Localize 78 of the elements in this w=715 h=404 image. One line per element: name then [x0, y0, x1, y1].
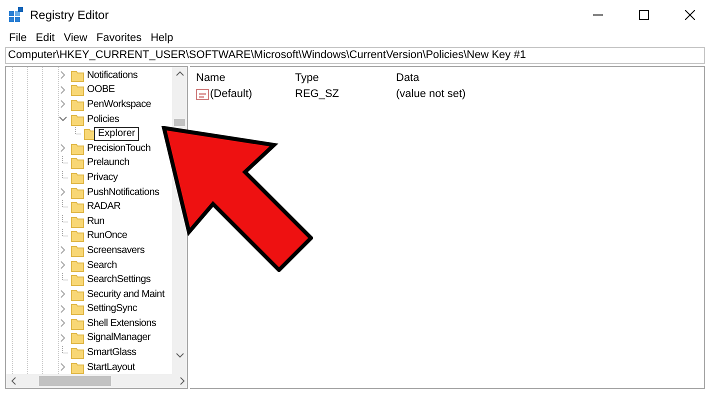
tree-item[interactable]: SearchSettings — [87, 272, 151, 288]
folder-icon — [71, 288, 84, 301]
tree-item[interactable]: PrecisionTouch — [87, 140, 151, 156]
folder-icon — [71, 273, 84, 286]
folder-icon — [71, 156, 84, 170]
folder-icon — [71, 186, 84, 199]
folder-icon — [71, 346, 84, 360]
chevron-right-icon[interactable] — [58, 261, 66, 270]
chevron-right-icon[interactable] — [58, 144, 66, 152]
value-data: (value not set) — [396, 87, 466, 102]
tree-item[interactable]: RunOnce — [87, 228, 128, 244]
app-icon — [8, 7, 24, 23]
scroll-down-icon[interactable] — [176, 353, 184, 358]
chevron-right-icon[interactable] — [58, 334, 66, 342]
scroll-left-icon[interactable] — [11, 377, 16, 385]
scroll-up-icon[interactable] — [176, 71, 184, 76]
folder-icon — [71, 258, 84, 272]
chevron-right-icon[interactable] — [58, 319, 66, 328]
tree-item[interactable]: Security and Maint — [87, 286, 164, 302]
rename-field[interactable]: Explorer — [94, 126, 140, 141]
menu-item[interactable]: File — [5, 30, 31, 46]
tree-item[interactable]: Prelaunch — [87, 155, 130, 170]
folder-icon — [71, 229, 84, 242]
folder-icon — [71, 360, 84, 374]
folder-icon — [71, 112, 84, 126]
chevron-right-icon[interactable] — [58, 86, 66, 94]
folder-icon — [71, 244, 84, 257]
close-icon — [685, 10, 695, 20]
tree-item[interactable]: SignalManager — [87, 330, 150, 346]
tree-item[interactable]: Shell Extensions — [87, 316, 156, 331]
scroll-thumb[interactable] — [39, 376, 111, 386]
chevron-right-icon[interactable] — [58, 246, 66, 254]
tree-item[interactable]: OOBE — [87, 82, 115, 98]
tree-item[interactable]: Run — [87, 214, 104, 229]
tree-item[interactable]: PushNotifications — [87, 184, 160, 200]
window-title: Registry Editor — [30, 7, 109, 24]
chevron-right-icon[interactable] — [58, 71, 66, 80]
value-type: REG_SZ — [295, 87, 340, 102]
tree-item[interactable]: SettingSync — [87, 301, 138, 316]
tree-item[interactable]: Privacy — [87, 170, 118, 185]
tree-item[interactable]: Policies — [87, 112, 120, 127]
folder-icon — [71, 316, 84, 330]
menu-item[interactable]: View — [60, 30, 92, 46]
tree-item[interactable]: SmartGlass — [87, 345, 136, 360]
chevron-right-icon[interactable] — [58, 363, 66, 372]
menu-item[interactable]: Edit — [32, 30, 59, 46]
folder-icon — [71, 83, 84, 96]
folder-icon — [71, 302, 84, 316]
chevron-right-icon[interactable] — [58, 100, 66, 108]
menu-item[interactable]: Help — [146, 30, 178, 46]
scroll-right-icon[interactable] — [180, 377, 185, 385]
tree-item[interactable]: Notifications — [87, 68, 138, 83]
chevron-right-icon[interactable] — [58, 290, 66, 298]
address-bar[interactable]: Computer\HKEY_CURRENT_USER\SOFTWARE\Microsoft\Windows\CurrentVersion\Policies\New Key #1 — [5, 47, 705, 64]
tree-item[interactable]: StartLayout — [87, 360, 135, 374]
tree-item[interactable]: RADAR — [87, 199, 121, 214]
horizontal-scrollbar[interactable] — [6, 374, 187, 388]
menu-item[interactable]: Favorites — [92, 30, 146, 46]
chevron-down-icon[interactable] — [58, 115, 66, 124]
column-header[interactable]: Name — [196, 70, 295, 87]
folder-icon — [71, 331, 84, 344]
folder-icon — [71, 98, 84, 111]
scroll-thumb[interactable] — [174, 119, 185, 126]
tree-item[interactable]: Search — [87, 258, 117, 273]
column-header[interactable]: Type — [295, 70, 396, 87]
chevron-right-icon[interactable] — [58, 188, 66, 196]
column-header[interactable]: Data — [396, 70, 516, 87]
maximize-icon — [639, 10, 649, 20]
value-name[interactable]: (Default) — [210, 86, 252, 103]
folder-icon — [71, 214, 84, 228]
folder-icon — [71, 200, 84, 214]
chevron-right-icon[interactable] — [58, 304, 66, 313]
tree-item[interactable]: PenWorkspace — [87, 96, 152, 112]
tree-item[interactable]: Screensavers — [87, 242, 145, 258]
string-value-icon — [196, 89, 209, 100]
folder-icon — [71, 68, 84, 82]
folder-icon — [71, 170, 84, 184]
folder-icon — [71, 142, 84, 155]
